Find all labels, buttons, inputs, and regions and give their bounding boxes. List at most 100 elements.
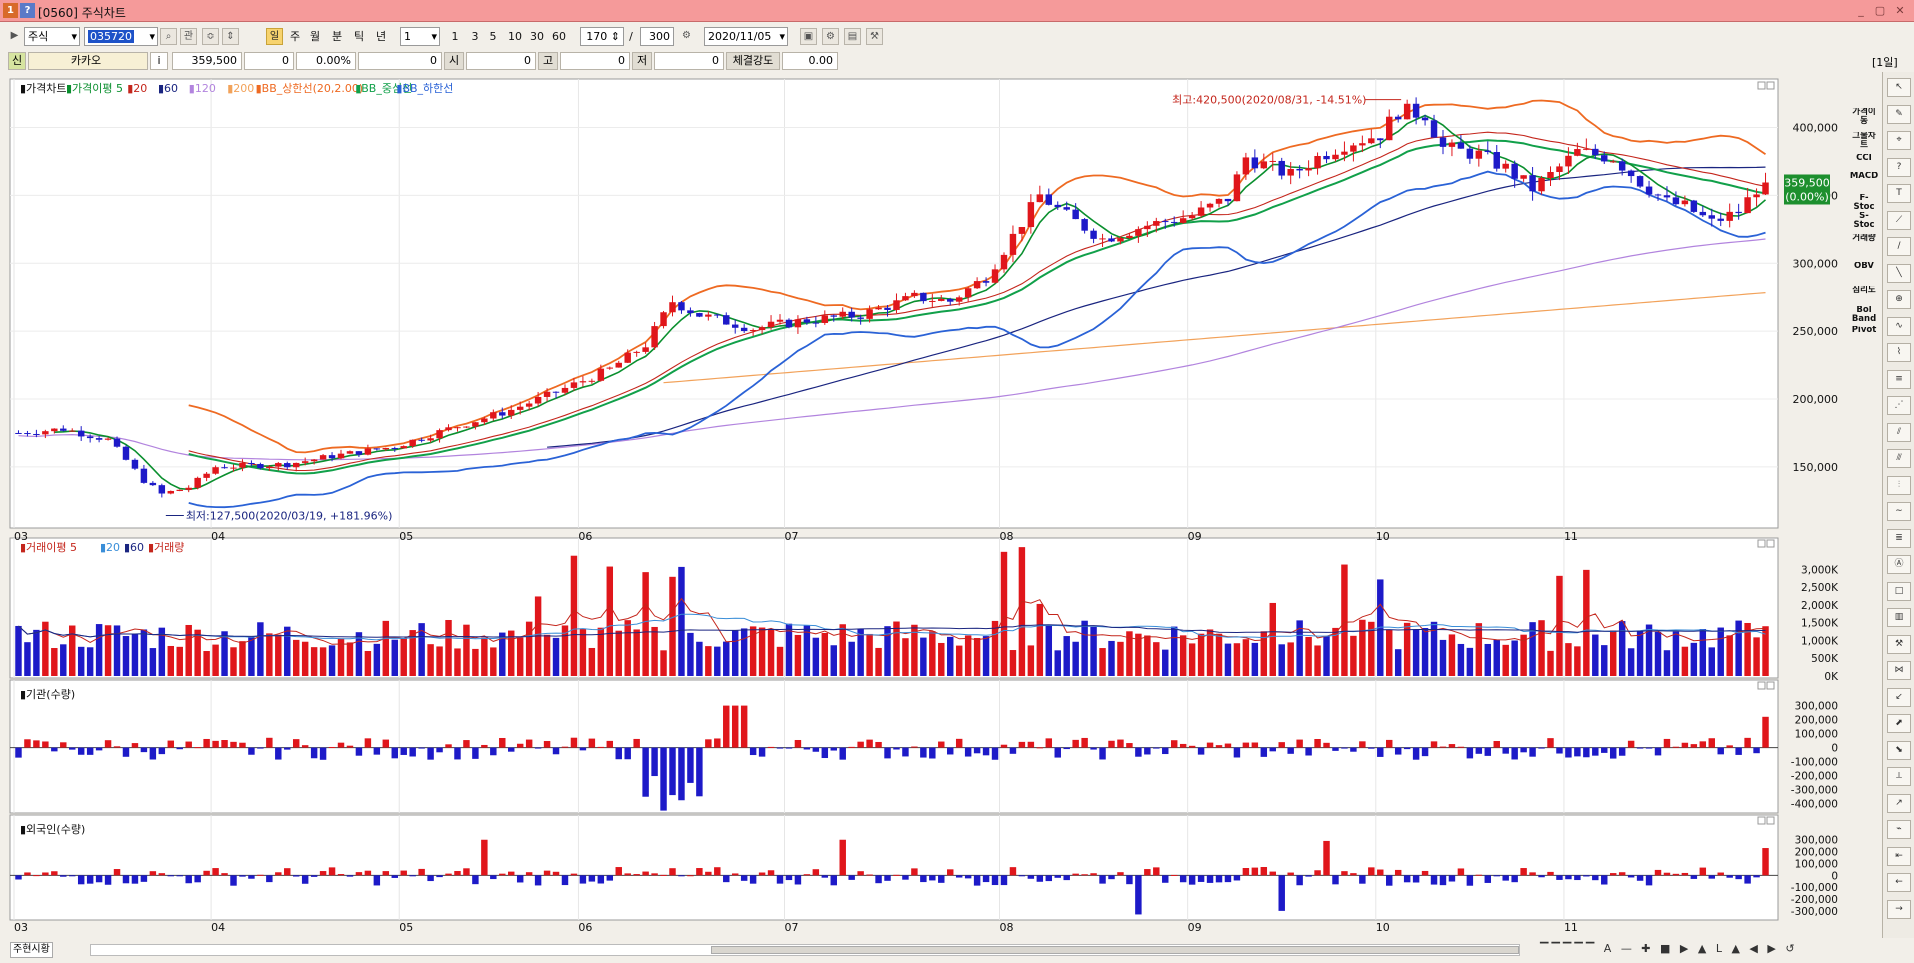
volume-bar (149, 648, 157, 676)
indicator-button-10[interactable]: Pivot (1849, 326, 1879, 340)
volume-bar (1394, 649, 1402, 676)
indicator-button-1[interactable]: 그물차트 (1849, 132, 1879, 154)
inst-bar (1332, 747, 1339, 751)
indicator-button-4[interactable]: F-Stoc (1849, 194, 1879, 214)
drawing-tool-3-icon[interactable]: ? (1887, 157, 1911, 177)
candle-body (131, 459, 139, 469)
inst-bar (1162, 747, 1169, 755)
inst-bar (1233, 747, 1241, 758)
drawing-tool-12-icon[interactable]: ⋰ (1887, 396, 1911, 415)
indicator-button-9[interactable]: Bol Band (1849, 306, 1879, 324)
volume-bar (1269, 602, 1276, 676)
drawing-tool-24-icon[interactable]: ⬈ (1887, 714, 1911, 733)
inst-bar (373, 747, 381, 755)
drawing-tool-21-icon[interactable]: ⚒ (1887, 634, 1911, 654)
drawing-tool-5-icon[interactable]: ⟋ (1887, 210, 1911, 230)
inst-tick-label: 100,000 (1795, 729, 1838, 741)
inst-bar (1753, 747, 1760, 754)
drawing-tool-7-icon[interactable]: ╲ (1887, 263, 1911, 283)
indicator-button-5[interactable]: S-Stoc (1849, 212, 1879, 232)
inst-bar (60, 742, 67, 748)
candle-body (1466, 148, 1474, 159)
foreign-bar (122, 875, 130, 884)
drawing-tool-27-icon[interactable]: ↗ (1887, 793, 1911, 813)
foreign-bar (938, 875, 945, 883)
candle-body (624, 352, 631, 363)
indicator-button-6[interactable]: 거래량 (1849, 234, 1879, 260)
drawing-tool-8-icon[interactable]: ⊕ (1887, 290, 1911, 309)
volume-bar (319, 647, 327, 676)
foreign-tick-label: -100,000 (1791, 882, 1838, 894)
indicator-button-7[interactable]: OBV (1849, 262, 1879, 278)
indicator-button-0[interactable]: 가격이동 (1849, 108, 1879, 130)
current-rate-label: (0.00%) (1785, 190, 1829, 203)
inst-bar (714, 738, 721, 748)
drawing-tool-13-icon[interactable]: ⫽ (1887, 422, 1911, 442)
inst-bar (1117, 739, 1124, 748)
foreign-bar (221, 873, 228, 876)
pane-close-icon (1766, 539, 1775, 548)
volume-bar (1242, 639, 1250, 676)
inst-bar (95, 747, 103, 751)
bottom-tabs[interactable]: 주현시황 (10, 942, 53, 958)
foreign-bar (929, 875, 936, 881)
scrollbar-thumb[interactable] (711, 946, 1519, 954)
inst-bar (1601, 747, 1608, 753)
drawing-tool-31-icon[interactable]: → (1887, 899, 1911, 919)
indicator-button-8[interactable]: 심리도 (1849, 286, 1879, 304)
indicator-button-2[interactable]: CCI (1849, 154, 1879, 170)
drawing-tool-10-icon[interactable]: ⌇ (1887, 343, 1911, 362)
minimize-button[interactable]: _ (1853, 3, 1869, 18)
foreign-bar (1341, 871, 1348, 876)
month-tick-label-bottom-06: 06 (578, 921, 592, 934)
foreign-bar (1018, 875, 1026, 877)
candle-body (1717, 218, 1724, 221)
tab-status[interactable]: 황 (41, 944, 50, 955)
drawing-tool-6-icon[interactable]: / (1887, 237, 1911, 256)
scrollbar-track[interactable] (90, 944, 1520, 956)
volume-bar (821, 632, 829, 676)
foreign-bar (1654, 869, 1662, 876)
inst-legend: ▮기관(수량) (20, 688, 75, 701)
drawing-tool-28-icon[interactable]: ⌁ (1887, 820, 1911, 839)
drawing-tool-22-icon[interactable]: ⋈ (1887, 661, 1911, 680)
maximize-button[interactable]: ▢ (1872, 3, 1888, 18)
tab-market[interactable]: 시 (31, 944, 40, 955)
drawing-tool-29-icon[interactable]: ⇤ (1887, 846, 1911, 866)
drawing-tool-25-icon[interactable]: ⬊ (1887, 740, 1911, 760)
candle-body (1475, 150, 1483, 159)
chart-area[interactable]: 030304040505060607070808090910101111400,… (0, 0, 1848, 938)
drawing-tool-30-icon[interactable]: ← (1887, 873, 1911, 892)
candle-body (1457, 142, 1465, 149)
foreign-bar (1511, 875, 1518, 883)
zoom-controls[interactable]: ▔▔▔▔▔ A — ✚ ■ ▶ ▲ L ▲ ◀ ▶ ↺ (1540, 942, 1798, 955)
foreign-bar (1439, 875, 1447, 886)
foreign-bar (749, 875, 757, 884)
drawing-tool-14-icon[interactable]: ⫻ (1887, 449, 1911, 468)
foreign-bar (1466, 875, 1474, 886)
foreign-bar (1215, 875, 1223, 883)
foreign-bar (642, 871, 649, 876)
drawing-tool-0-icon[interactable]: ↖ (1887, 78, 1911, 97)
candle-body (1260, 161, 1268, 169)
volume-bar (973, 637, 981, 676)
drawing-tool-23-icon[interactable]: ↙ (1887, 687, 1911, 707)
drawing-tool-18-icon[interactable]: Ⓐ (1887, 555, 1911, 574)
candle-body (51, 428, 58, 432)
tab-stock[interactable]: 주 (13, 944, 22, 955)
drawing-tool-19-icon[interactable]: □ (1887, 581, 1911, 601)
drawing-tool-2-icon[interactable]: ⌖ (1887, 131, 1911, 150)
candle-body (69, 430, 76, 432)
indicator-button-3[interactable]: MACD (1849, 172, 1879, 192)
drawing-tool-4-icon[interactable]: T (1887, 184, 1911, 203)
legend-price-chart: ▮가격차트 (20, 82, 67, 95)
drawing-tool-17-icon[interactable]: ≣ (1887, 528, 1911, 548)
drawing-tool-15-icon[interactable]: ⫶ (1887, 475, 1911, 495)
drawing-tool-16-icon[interactable]: ∼ (1887, 502, 1911, 521)
close-button[interactable]: ✕ (1892, 3, 1908, 18)
drawing-tool-11-icon[interactable]: ≡ (1887, 369, 1911, 389)
drawing-tool-9-icon[interactable]: ∿ (1887, 316, 1911, 336)
drawing-tool-26-icon[interactable]: ⟂ (1887, 767, 1911, 786)
drawing-tool-1-icon[interactable]: ✎ (1887, 104, 1911, 124)
drawing-tool-20-icon[interactable]: ▥ (1887, 608, 1911, 627)
